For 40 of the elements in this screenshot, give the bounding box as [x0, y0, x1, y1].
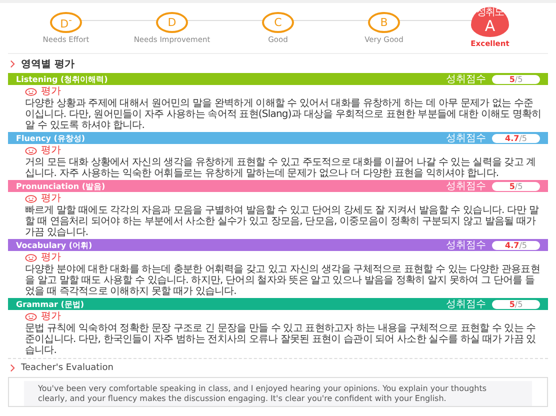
evaluation-text: 빠르게 말할 때에도 각각의 자음과 모음을 구별하여 발음할 수 있고 단어의 강세도 잘 지켜서 발음할 수 있습니다. 다만 말할 때 연음처리 되어야 하는 부분에서 사소한 실수가 있고 장모음, 단모음, 이중모음이 정확히 구분되지 않고 발음될 때가 가끔 있습니다.: [25, 205, 540, 238]
smiley-icon: [25, 254, 37, 262]
evaluation-label: 평가: [41, 86, 61, 97]
evaluation-label: 평가: [41, 311, 61, 322]
smiley-icon: [25, 312, 37, 320]
evaluation-label: 평가: [41, 193, 61, 204]
area-name: Pronunciation (발음): [16, 180, 106, 192]
score-pill: 4.7/5: [492, 240, 540, 250]
score-pill: 5/5: [492, 182, 540, 190]
score-label: 성취점수: [446, 74, 486, 84]
area-name: Vocabulary (어휘): [16, 240, 94, 250]
grade-letter: D$^{-}$: [60, 14, 72, 30]
score-pill: 4.7/5: [492, 134, 540, 142]
grade-letter: D: [168, 16, 176, 29]
grade-letter: C: [274, 16, 282, 29]
smiley-icon: [25, 194, 37, 202]
evaluation-text: 문법 규칙에 익숙하여 정확한 문장 구조로 긴 문장을 만들 수 있고 표현하고자 하는 내용을 구체적으로 표현할 수 있는 수준이십니다. 다만, 한국인들이 자주 범하는 전치사의 오류나 잘못된 표현이 습관이 되어 사소한 실수를 하실 때가 가끔 있습니다.: [25, 323, 537, 356]
chevron-icon: [10, 364, 15, 372]
evaluation-label: 평가: [41, 145, 61, 156]
score-label: 성취점수: [446, 240, 486, 250]
score-pill: 5/5: [492, 300, 540, 308]
evaluation-text: 다양한 분야에 대한 대화를 하는데 충분한 어휘력을 갖고 있고 자신의 생각을 구체적으로 표현할 수 있는 다양한 관용표현을 알고 말할 때도 사용할 수 있습니다. 하지만, 단어의 철자와 뜻은 알고 있으나 발음을 정확히 알지 못하여 그 단어를 들었을 때 즉각적으로 이해하지 못할 때가 있습니다.: [25, 264, 541, 297]
evaluation-text: 거의 모든 대화 상황에서 자신의 생각을 유창하게 표현할 수 있고 주도적으로 대화를 이끌어 나갈 수 있는 실력을 갖고 계십니다. 자주 사용하는 익숙한 어휘들로는 유창하게 말하는데 문제가 없으나 더 다양한 표현을 익히셔야 합니다.: [25, 157, 537, 179]
evaluation-label: 평가: [41, 252, 61, 263]
chevron-icon: [10, 60, 15, 68]
area-name: Fluency (유창성): [16, 132, 86, 144]
grade-letter: A: [484, 18, 496, 35]
section-title: Teacher's Evaluation: [21, 363, 114, 373]
score-pill: 5/5: [492, 74, 540, 84]
area-name: Grammar (문법): [16, 298, 86, 310]
evaluation-text: 다양한 상황과 주제에 대해서 원어민의 말을 완벽하게 이해할 수 있어서 대화를 유창하게 하는 데 아무 문제가 없는 수준이십니다. 다만, 원어민들이 자주 사용하는 속어적 표현(Slang)과 대상을 우회적으로 표현한 부분들에 대한 이해도 명확히 알 수 있도록 하셔야 합니다.: [25, 98, 542, 131]
score-label: 성취점수: [446, 180, 486, 192]
grade-letter: B: [380, 16, 388, 29]
score-label: 성취점수: [446, 132, 486, 144]
smiley-icon: [25, 88, 37, 96]
smiley-icon: [25, 146, 37, 154]
score-label: 성취점수: [446, 298, 486, 310]
teacher-comment: You've been very comfortable speaking in class, and I enjoyed hearing your opinions. You explain your thoughts clearly, and your fluency makes the discussion engaging. It's clear you're confident with your English.: [24, 381, 532, 406]
area-name: Listening (청취이해력): [16, 74, 109, 84]
section-title: 영역별 평가: [21, 58, 74, 71]
